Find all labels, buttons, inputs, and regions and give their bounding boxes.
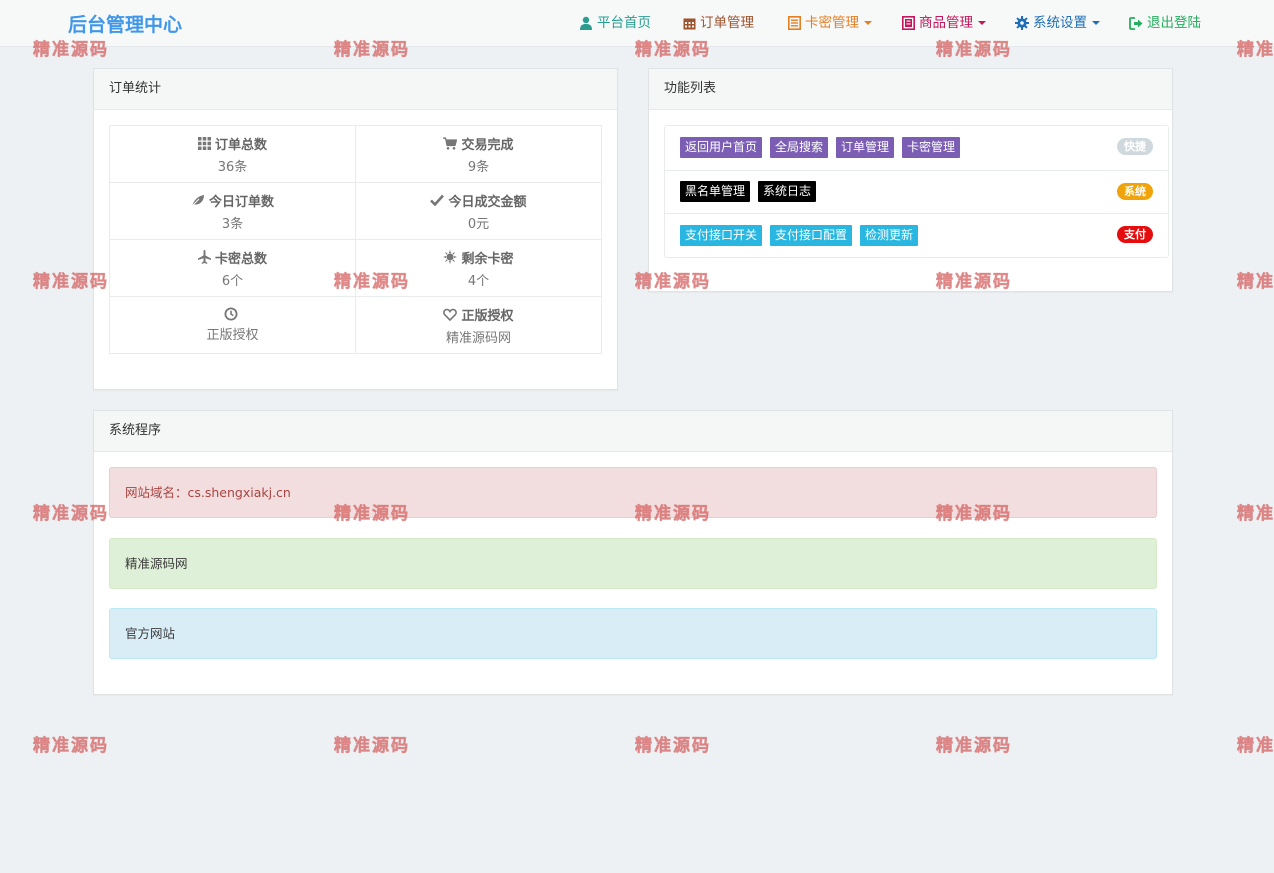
feature-list-panel: 功能列表 返回用户首页 全局搜索 订单管理 卡密管理 快捷 黑名单管理 系统日志… bbox=[648, 68, 1173, 292]
stat-cell-total-cards: 卡密总数 6个 bbox=[109, 239, 356, 297]
stat-label: 订单总数 bbox=[214, 137, 267, 153]
watermark: 精准源码 bbox=[635, 736, 711, 757]
chevron-down-icon bbox=[1092, 21, 1100, 25]
clock-icon bbox=[224, 307, 237, 321]
stat-cell-remaining-cards: 剩余卡密 4个 bbox=[355, 239, 602, 297]
watermark: 精准源码 bbox=[334, 736, 410, 757]
nav-item-cards[interactable]: 卡密管理 bbox=[788, 13, 872, 33]
stat-label: 正版授权 bbox=[461, 308, 514, 324]
check-update-button[interactable]: 检测更新 bbox=[860, 224, 919, 246]
nav-label: 商品管理 bbox=[919, 15, 973, 31]
panel-title: 功能列表 bbox=[649, 69, 1172, 110]
chevron-down-icon bbox=[978, 21, 986, 25]
system-log-button[interactable]: 系统日志 bbox=[758, 181, 817, 203]
feature-row-shortcuts: 返回用户首页 全局搜索 订单管理 卡密管理 快捷 bbox=[665, 126, 1168, 170]
card-manage-button[interactable]: 卡密管理 bbox=[902, 137, 961, 159]
watermark: 精准源码 bbox=[1237, 736, 1274, 757]
stat-value: 36条 bbox=[217, 159, 248, 175]
grid-icon bbox=[197, 136, 211, 150]
order-manage-button[interactable]: 订单管理 bbox=[836, 137, 895, 159]
system-program-panel: 系统程序 网站域名：cs.shengxiakj.cn 精准源码网 官方网站 bbox=[93, 410, 1173, 695]
nav-label: 退出登陆 bbox=[1147, 15, 1201, 31]
feature-row-payment: 支付接口开关 支付接口配置 检测更新 支付 bbox=[665, 213, 1168, 257]
system-badge: 系统 bbox=[1117, 182, 1153, 200]
stat-value: 4个 bbox=[467, 273, 490, 289]
nav-label: 系统设置 bbox=[1033, 15, 1087, 31]
official-site-alert[interactable]: 官方网站 bbox=[109, 608, 1157, 659]
payment-switch-button[interactable]: 支付接口开关 bbox=[680, 224, 763, 246]
watermark: 精准源码 bbox=[33, 736, 109, 757]
top-navbar: 后台管理中心 平台首页 订单管理 卡密管理 商品管理 系统设置 退出登陆 bbox=[0, 0, 1274, 47]
stat-cell-today-orders: 今日订单数 3条 bbox=[109, 182, 356, 240]
list-icon bbox=[788, 16, 801, 30]
stat-label: 剩余卡密 bbox=[461, 251, 514, 267]
stat-label: 今日成交金额 bbox=[448, 194, 527, 210]
leaf-icon bbox=[191, 194, 204, 206]
stat-value: 精准源码网 bbox=[445, 330, 511, 346]
stat-cell-completed: 交易完成 9条 bbox=[355, 125, 602, 183]
watermark: 精准源码 bbox=[1237, 504, 1274, 525]
back-user-home-button[interactable]: 返回用户首页 bbox=[680, 137, 763, 159]
calendar-icon bbox=[683, 18, 696, 29]
stat-cell-total-orders: 订单总数 36条 bbox=[109, 125, 356, 183]
watermark: 精准源码 bbox=[936, 736, 1012, 757]
stat-label: 交易完成 bbox=[461, 137, 514, 153]
stat-value: 6个 bbox=[221, 273, 244, 289]
order-stats-panel: 订单统计 订单总数 36条 交易完成 9条 今日订单数 3条 今日成交金额 0元… bbox=[93, 68, 618, 390]
stat-value: 正版授权 bbox=[206, 328, 259, 343]
site-name-alert: 精准源码网 bbox=[109, 538, 1157, 589]
nav-label: 订单管理 bbox=[700, 15, 754, 31]
gear-icon bbox=[1015, 16, 1029, 30]
nav-item-products[interactable]: 商品管理 bbox=[902, 13, 986, 33]
stat-value: 0元 bbox=[467, 216, 490, 232]
nav-item-home[interactable]: 平台首页 bbox=[579, 13, 651, 33]
official-site-link[interactable]: 官方网站 bbox=[125, 626, 175, 641]
stat-value: 9条 bbox=[467, 159, 490, 175]
payment-config-button[interactable]: 支付接口配置 bbox=[770, 224, 853, 246]
stat-label: 今日订单数 bbox=[208, 194, 274, 210]
logout-icon bbox=[1129, 16, 1143, 30]
domain-alert: 网站域名：cs.shengxiakj.cn bbox=[109, 467, 1157, 518]
check-icon bbox=[430, 194, 445, 206]
global-search-button[interactable]: 全局搜索 bbox=[770, 137, 829, 159]
nav-label: 平台首页 bbox=[597, 15, 651, 31]
stat-cell-official: 正版授权 精准源码网 bbox=[355, 296, 602, 354]
stat-value: 3条 bbox=[221, 216, 244, 232]
stat-cell-license: 正版授权 bbox=[109, 296, 356, 354]
feature-row-system: 黑名单管理 系统日志 系统 bbox=[665, 169, 1168, 214]
nav-item-orders[interactable]: 订单管理 bbox=[683, 13, 754, 33]
order-stats-table: 订单总数 36条 交易完成 9条 今日订单数 3条 今日成交金额 0元 卡密总数… bbox=[109, 125, 602, 354]
shortcut-badge: 快捷 bbox=[1117, 138, 1153, 155]
panel-title: 系统程序 bbox=[94, 411, 1172, 452]
nav-item-settings[interactable]: 系统设置 bbox=[1015, 13, 1100, 33]
nav-item-logout[interactable]: 退出登陆 bbox=[1129, 13, 1201, 33]
plane-icon bbox=[197, 250, 211, 264]
payment-badge: 支付 bbox=[1117, 226, 1153, 243]
nav-label: 卡密管理 bbox=[805, 15, 859, 31]
panel-title: 订单统计 bbox=[94, 69, 617, 110]
sun-icon bbox=[443, 250, 458, 264]
watermark: 精准源码 bbox=[1237, 272, 1274, 293]
brand-title[interactable]: 后台管理中心 bbox=[68, 10, 182, 37]
book-icon bbox=[902, 16, 915, 30]
chevron-down-icon bbox=[864, 21, 872, 25]
cart-icon bbox=[443, 136, 458, 150]
feature-list: 返回用户首页 全局搜索 订单管理 卡密管理 快捷 黑名单管理 系统日志 系统 支… bbox=[664, 125, 1169, 258]
user-icon bbox=[580, 16, 592, 30]
heart-icon bbox=[443, 308, 458, 321]
stat-cell-today-amount: 今日成交金额 0元 bbox=[355, 182, 602, 240]
stat-label: 卡密总数 bbox=[214, 251, 267, 267]
blacklist-manage-button[interactable]: 黑名单管理 bbox=[680, 181, 751, 203]
